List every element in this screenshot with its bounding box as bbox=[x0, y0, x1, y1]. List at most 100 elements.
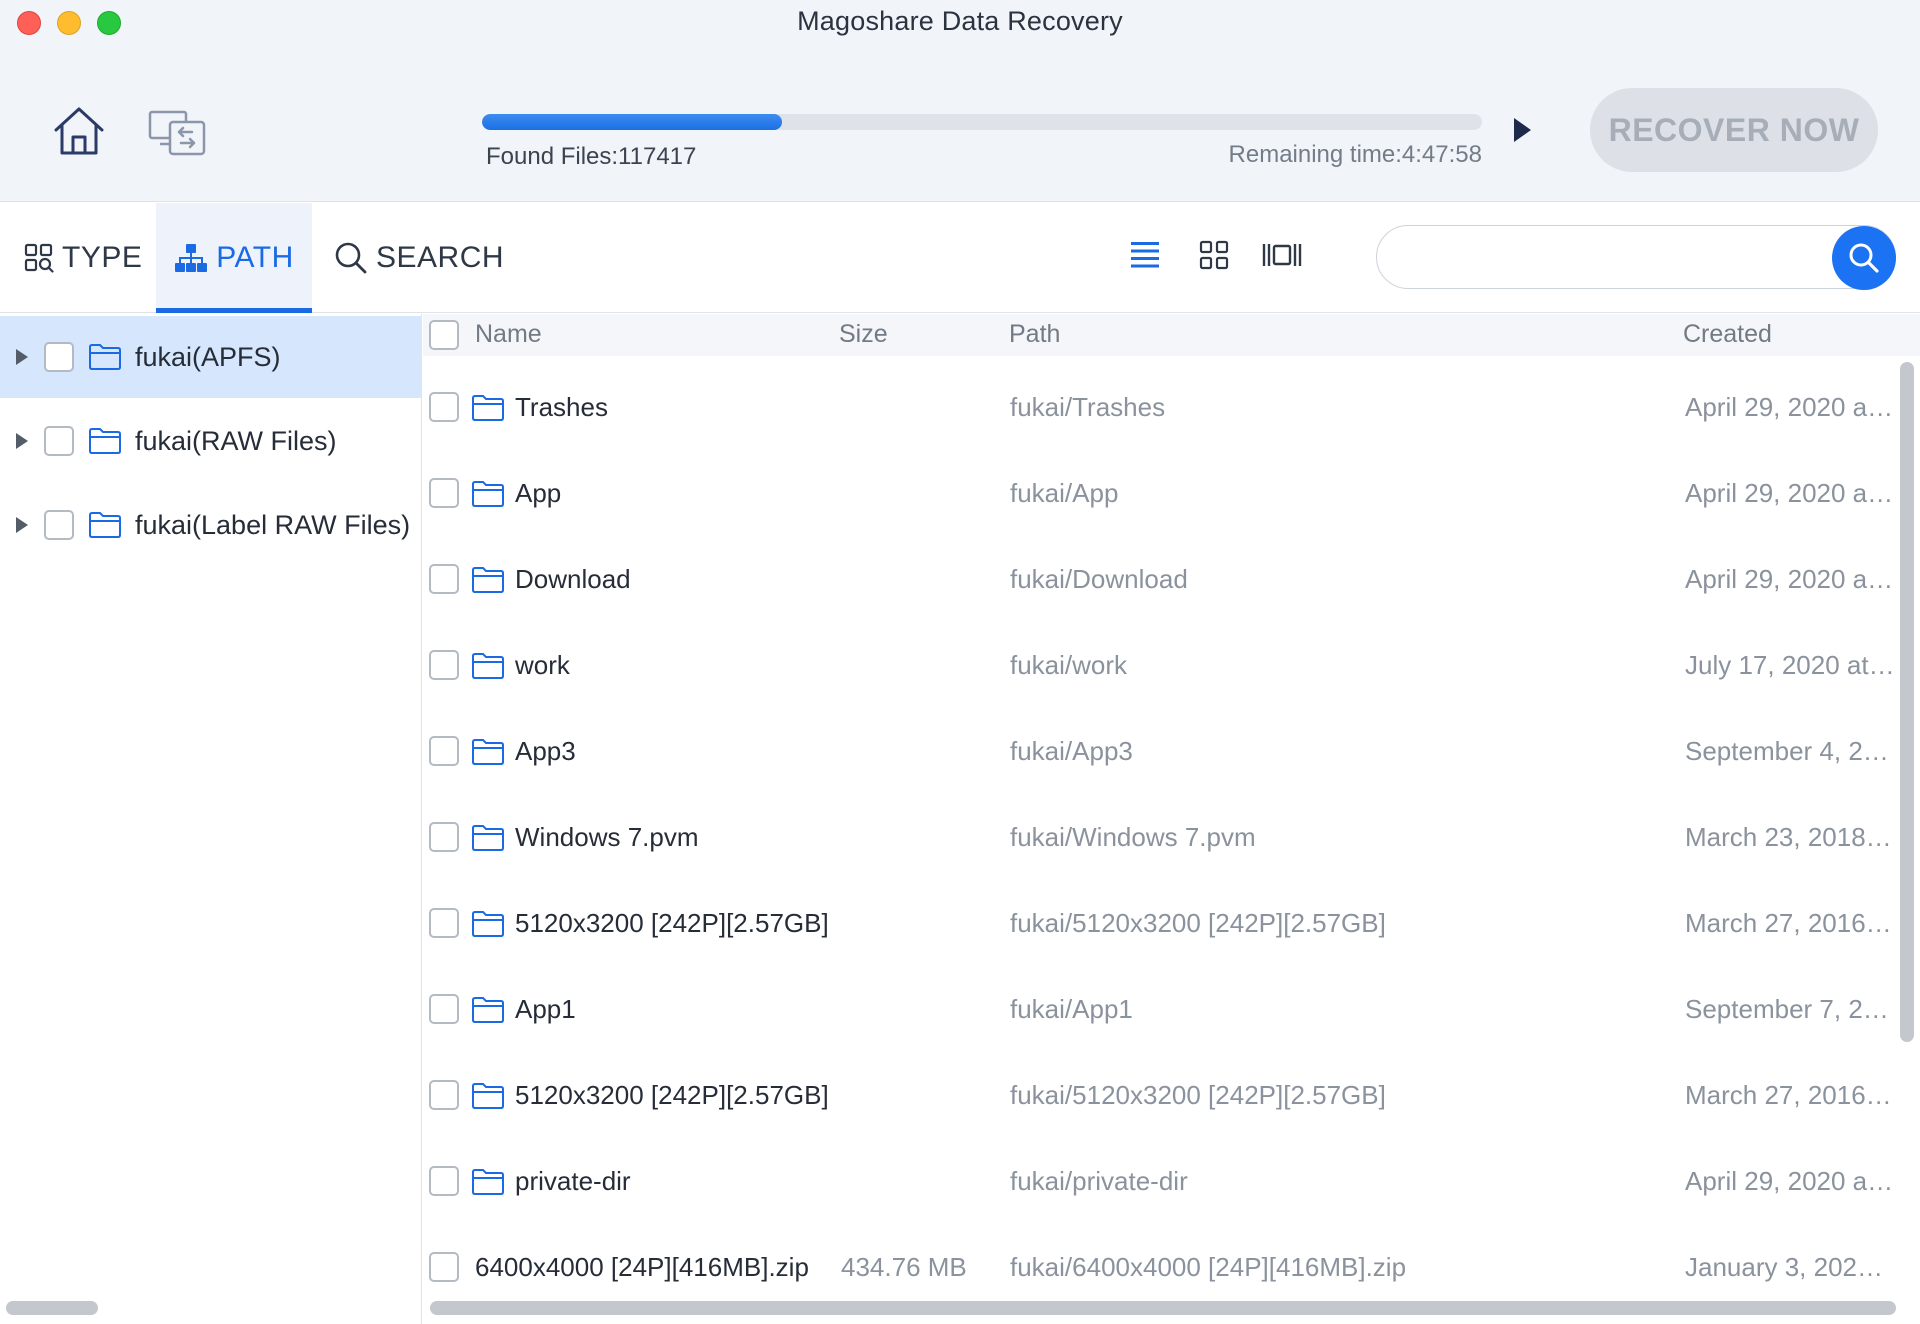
column-header-created[interactable]: Created bbox=[1683, 320, 1772, 349]
row-checkbox[interactable] bbox=[429, 994, 459, 1024]
file-path: fukai/private-dir bbox=[1010, 1166, 1188, 1196]
column-header-path[interactable]: Path bbox=[1009, 320, 1060, 349]
file-path: fukai/App bbox=[1010, 478, 1119, 508]
file-path: fukai/5120x3200 [242P][2.57GB] bbox=[1010, 908, 1386, 938]
file-created: January 3, 2020… bbox=[1685, 1252, 1897, 1282]
found-files-count: Found Files:117417 bbox=[486, 143, 697, 170]
file-name: App3 bbox=[515, 736, 576, 766]
search-box bbox=[1376, 225, 1896, 289]
folder-icon bbox=[472, 395, 504, 421]
table-row[interactable]: App3 fukai/App3 September 4, 2… bbox=[423, 706, 1893, 792]
search-input[interactable] bbox=[1403, 238, 1803, 276]
tab-path[interactable]: PATH bbox=[156, 203, 312, 313]
folder-icon bbox=[472, 911, 504, 937]
expand-arrow-icon[interactable] bbox=[16, 349, 28, 365]
file-name: work bbox=[515, 650, 570, 680]
row-checkbox[interactable] bbox=[429, 392, 459, 422]
title-bar: Magoshare Data Recovery Found Files:1174… bbox=[0, 0, 1920, 202]
table-row[interactable]: Trashes fukai/Trashes April 29, 2020 a… bbox=[423, 362, 1893, 448]
list-view-icon[interactable] bbox=[1130, 240, 1160, 275]
scan-progress-fill bbox=[482, 114, 782, 130]
table-row[interactable]: 5120x3200 [242P][2.57GB] fukai/5120x3200 … bbox=[423, 878, 1893, 964]
tree-item-label: fukai(Label RAW Files) bbox=[135, 509, 411, 540]
tab-type[interactable]: TYPE bbox=[24, 203, 142, 313]
row-checkbox[interactable] bbox=[429, 650, 459, 680]
row-checkbox[interactable] bbox=[429, 908, 459, 938]
tab-path-label: PATH bbox=[216, 241, 294, 274]
tree-item[interactable]: fukai(RAW Files) bbox=[0, 400, 422, 482]
folder-icon bbox=[472, 653, 504, 679]
expand-arrow-icon[interactable] bbox=[16, 433, 28, 449]
file-name: 6400x4000 [24P][416MB].zip bbox=[475, 1252, 809, 1282]
folder-icon bbox=[472, 1083, 504, 1109]
file-name: Windows 7.pvm bbox=[515, 822, 699, 852]
table-row[interactable]: Download fukai/Download April 29, 2020 a… bbox=[423, 534, 1893, 620]
file-created: April 29, 2020 a… bbox=[1685, 564, 1894, 594]
table-row[interactable]: 6400x4000 [24P][416MB].zip 434.76 MB fukai… bbox=[423, 1222, 1897, 1308]
folder-icon bbox=[472, 739, 504, 765]
file-path: fukai/5120x3200 [242P][2.57GB] bbox=[1010, 1080, 1386, 1110]
expand-arrow-icon[interactable] bbox=[16, 517, 28, 533]
play-icon[interactable] bbox=[1514, 118, 1531, 142]
file-created: April 29, 2020 a… bbox=[1685, 478, 1894, 508]
table-row[interactable]: Windows 7.pvm fukai/Windows 7.pvm March 23… bbox=[423, 792, 1893, 878]
file-created: March 27, 2016… bbox=[1685, 908, 1892, 938]
window-title: Magoshare Data Recovery bbox=[797, 6, 1123, 36]
type-grid-icon bbox=[24, 243, 54, 273]
search-submit-button[interactable] bbox=[1832, 226, 1896, 290]
table-row[interactable]: App1 fukai/App1 September 7, 2… bbox=[423, 964, 1893, 1050]
tree-item-checkbox[interactable] bbox=[44, 426, 74, 456]
file-name: 5120x3200 [242P][2.57GB] bbox=[515, 908, 829, 938]
file-name: private-dir bbox=[515, 1166, 631, 1196]
file-name: 5120x3200 [242P][2.57GB] bbox=[515, 1080, 829, 1110]
file-created: March 23, 2018… bbox=[1685, 822, 1892, 852]
search-icon bbox=[1849, 243, 1879, 273]
table-header: Name Size Path Created bbox=[423, 314, 1920, 356]
file-name: Trashes bbox=[515, 392, 608, 422]
folder-icon bbox=[472, 481, 504, 507]
table-row[interactable]: App fukai/App April 29, 2020 a… bbox=[423, 448, 1893, 534]
tree-item-label: fukai(RAW Files) bbox=[135, 425, 337, 456]
grid-view-icon[interactable] bbox=[1199, 240, 1229, 275]
table-row[interactable]: work fukai/work July 17, 2020 at… bbox=[423, 620, 1895, 706]
file-path: fukai/6400x4000 [24P][416MB].zip bbox=[1010, 1252, 1407, 1282]
table-row[interactable]: private-dir fukai/private-dir April 29, 20… bbox=[423, 1136, 1893, 1222]
table-horizontal-scrollbar[interactable] bbox=[430, 1301, 1896, 1315]
file-created: March 27, 2016… bbox=[1685, 1080, 1892, 1110]
file-name: App1 bbox=[515, 994, 576, 1024]
folder-icon bbox=[89, 512, 121, 538]
recover-now-button[interactable]: RECOVER NOW bbox=[1590, 88, 1878, 172]
tab-search[interactable]: SEARCH bbox=[334, 203, 504, 313]
row-checkbox[interactable] bbox=[429, 564, 459, 594]
file-path: fukai/App1 bbox=[1010, 994, 1133, 1024]
home-icon[interactable] bbox=[52, 106, 106, 156]
row-checkbox[interactable] bbox=[429, 478, 459, 508]
file-name: App bbox=[515, 478, 562, 508]
tree-item[interactable]: fukai(Label RAW Files) bbox=[0, 484, 422, 566]
tree-horizontal-scrollbar[interactable] bbox=[6, 1301, 98, 1315]
row-checkbox[interactable] bbox=[429, 1080, 459, 1110]
device-switch-icon[interactable] bbox=[148, 110, 206, 156]
preview-view-icon[interactable] bbox=[1262, 240, 1302, 275]
tree-item-checkbox[interactable] bbox=[44, 342, 74, 372]
row-checkbox[interactable] bbox=[429, 736, 459, 766]
vertical-scrollbar[interactable] bbox=[1900, 362, 1914, 1042]
table-row[interactable]: 5120x3200 [242P][2.57GB] fukai/5120x3200 … bbox=[423, 1050, 1893, 1136]
file-name: Download bbox=[515, 564, 631, 594]
file-created: July 17, 2020 at… bbox=[1685, 650, 1895, 680]
tree-item-label: fukai(APFS) bbox=[135, 341, 281, 372]
row-checkbox[interactable] bbox=[429, 1166, 459, 1196]
row-checkbox[interactable] bbox=[429, 822, 459, 852]
file-path: fukai/work bbox=[1010, 650, 1128, 680]
tree-item[interactable]: fukai(APFS) bbox=[0, 316, 422, 398]
row-checkbox[interactable] bbox=[429, 1252, 459, 1282]
column-header-size[interactable]: Size bbox=[839, 320, 888, 349]
column-header-name[interactable]: Name bbox=[475, 320, 542, 349]
folder-icon bbox=[472, 997, 504, 1023]
file-created: September 7, 2… bbox=[1685, 994, 1889, 1024]
file-created: April 29, 2020 a… bbox=[1685, 1166, 1894, 1196]
tab-search-label: SEARCH bbox=[376, 241, 505, 274]
folder-icon bbox=[472, 567, 504, 593]
tree-item-checkbox[interactable] bbox=[44, 510, 74, 540]
select-all-checkbox[interactable] bbox=[429, 320, 459, 350]
